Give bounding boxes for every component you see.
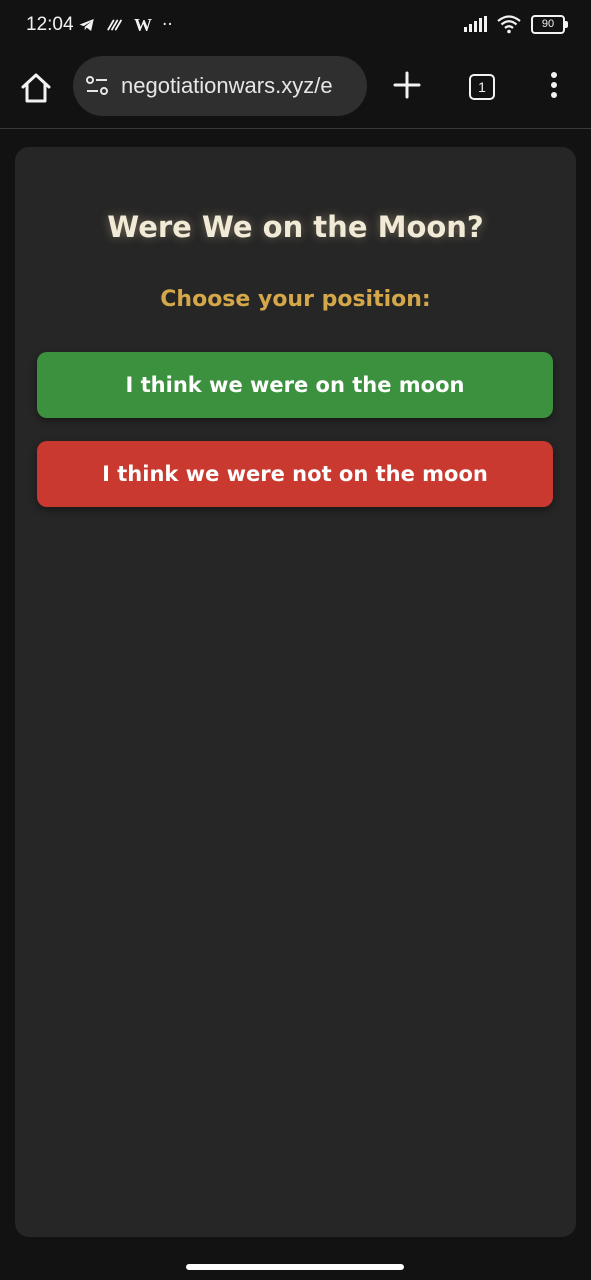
position-prompt: Choose your position: [160, 287, 431, 312]
menu-icon[interactable] [549, 72, 559, 102]
battery-icon: 90 [531, 14, 568, 34]
home-icon[interactable] [18, 70, 54, 106]
telegram-icon [79, 19, 94, 31]
new-tab-icon[interactable] [392, 70, 422, 100]
status-bar: 12:04 W ·· 90 [0, 0, 591, 52]
wikipedia-icon: W [134, 15, 152, 35]
on-moon-button[interactable]: I think we were on the moon [37, 352, 553, 418]
page-title: Were We on the Moon? [107, 210, 484, 244]
system-icons: 90 [464, 14, 568, 34]
status-time: 12:04 [26, 14, 74, 35]
notification-icons: W ·· [78, 14, 173, 36]
signal-icon [464, 16, 487, 32]
poll-card: Were We on the Moon? Choose your positio… [15, 147, 576, 1237]
address-bar[interactable]: negotiationwars.xyz/e [73, 56, 367, 116]
gesture-bar[interactable] [186, 1264, 404, 1270]
site-settings-icon[interactable] [85, 74, 109, 98]
browser-toolbar: negotiationwars.xyz/e 1 [0, 52, 591, 129]
phone-screen: 12:04 W ·· 90 negotiationwars.xyz/e 1 We… [0, 0, 591, 1280]
not-on-moon-button[interactable]: I think we were not on the moon [37, 441, 553, 507]
tabs-icon[interactable]: 1 [469, 74, 495, 100]
wifi-icon [497, 15, 521, 34]
app-icon [107, 19, 122, 31]
more-notifications-icon: ·· [162, 15, 173, 35]
url-text[interactable]: negotiationwars.xyz/e [121, 73, 333, 99]
